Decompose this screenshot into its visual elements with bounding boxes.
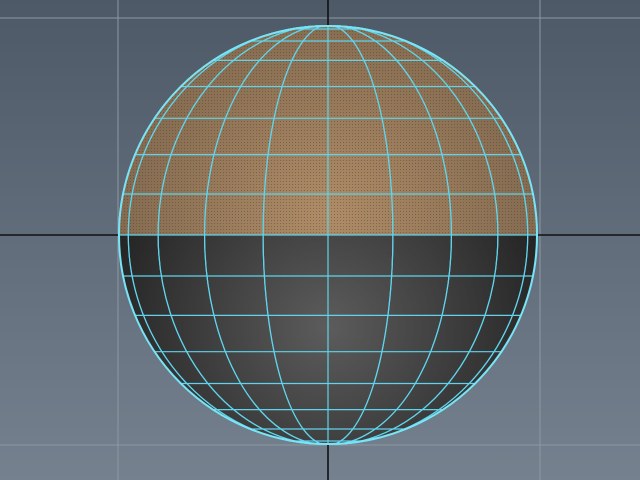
viewport-canvas[interactable] xyxy=(0,0,640,480)
viewport-panel[interactable] xyxy=(0,0,640,480)
sphere-mesh-icon[interactable] xyxy=(118,25,538,445)
